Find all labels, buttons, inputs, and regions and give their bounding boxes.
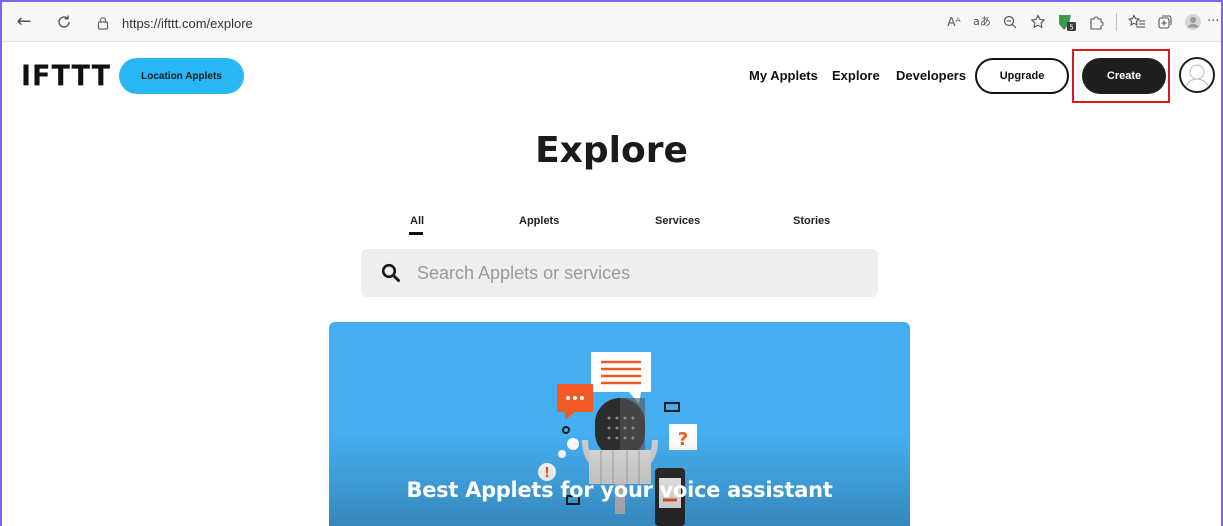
tab-all[interactable]: All — [410, 215, 424, 227]
browser-toolbar: ← https://ifttt.com/explore Aᴬ aあ 5 ··· — [2, 2, 1221, 42]
url-text: https://ifttt.com/explore — [122, 15, 253, 31]
lock-icon — [97, 17, 109, 30]
tab-applets[interactable]: Applets — [519, 215, 559, 227]
page-title: Explore — [535, 130, 688, 171]
upgrade-button[interactable]: Upgrade — [975, 58, 1069, 94]
favorites-icon[interactable] — [1123, 10, 1151, 34]
nav-my-applets[interactable]: My Applets — [749, 68, 818, 83]
address-bar[interactable]: https://ifttt.com/explore — [96, 11, 253, 35]
read-aloud-icon[interactable]: Aᴬ — [940, 10, 968, 34]
card-title: Best Applets for your voice assistant — [406, 478, 833, 502]
collections-icon[interactable] — [1151, 10, 1179, 34]
nav-explore[interactable]: Explore — [832, 68, 880, 83]
favorite-icon[interactable] — [1024, 10, 1052, 34]
zoom-icon[interactable] — [996, 10, 1024, 34]
back-icon[interactable]: ← — [12, 10, 36, 34]
avatar[interactable] — [1179, 57, 1215, 93]
location-applets-button[interactable]: Location Applets — [119, 58, 244, 94]
toolbar-divider — [1116, 13, 1117, 31]
active-tab-indicator — [409, 232, 423, 235]
puzzle-icon[interactable] — [1082, 10, 1110, 34]
ifttt-logo[interactable]: IFTTT — [21, 60, 111, 93]
nav-developers[interactable]: Developers — [896, 68, 966, 83]
profile-icon[interactable] — [1179, 10, 1207, 34]
refresh-icon[interactable] — [52, 10, 76, 34]
tab-services[interactable]: Services — [655, 215, 700, 227]
tab-stories[interactable]: Stories — [793, 215, 830, 227]
featured-story-card[interactable]: ? ! Best Applets for your voice assistan… — [329, 322, 910, 526]
search-input[interactable]: Search Applets or services — [417, 263, 630, 284]
search-icon — [381, 263, 400, 282]
svg-text:5: 5 — [1069, 24, 1073, 32]
create-button[interactable]: Create — [1082, 58, 1166, 94]
more-icon[interactable]: ··· — [1207, 10, 1221, 34]
extension-icon[interactable]: 5 — [1056, 11, 1078, 33]
browser-toolbar-icons: Aᴬ aあ 5 ··· — [940, 10, 1221, 34]
search-bar[interactable]: Search Applets or services — [361, 249, 878, 297]
translate-icon[interactable]: aあ — [968, 10, 996, 34]
